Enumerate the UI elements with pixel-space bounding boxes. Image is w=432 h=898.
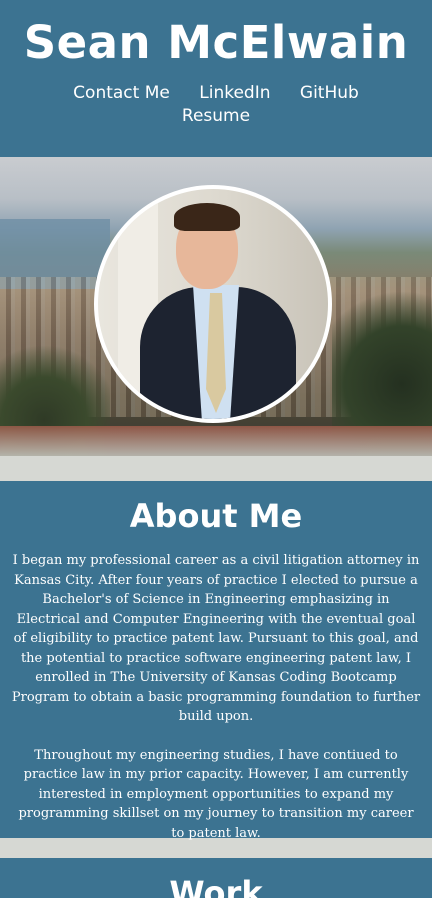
photo-hair (174, 203, 240, 231)
work-section: Work (0, 858, 432, 898)
site-title: Sean McElwain (23, 16, 409, 69)
main-nav: Contact Me LinkedIn GitHub Resume (56, 82, 376, 128)
about-paragraph-1: I began my professional career as a civi… (11, 553, 421, 725)
about-heading: About Me (129, 497, 303, 535)
nav-linkedin-link[interactable]: LinkedIn (199, 82, 270, 105)
hero-wall (0, 426, 432, 456)
hero-banner (0, 157, 432, 456)
nav-github-link[interactable]: GitHub (300, 82, 359, 105)
about-paragraph-2: Throughout my engineering studies, I hav… (18, 747, 414, 841)
profile-photo (94, 185, 332, 423)
work-heading: Work (169, 874, 263, 898)
nav-resume-link[interactable]: Resume (182, 105, 250, 128)
about-section: About Me I began my professional career … (0, 481, 432, 841)
nav-contact-link[interactable]: Contact Me (73, 82, 170, 105)
site-header: Sean McElwain Contact Me LinkedIn GitHub… (0, 0, 432, 157)
